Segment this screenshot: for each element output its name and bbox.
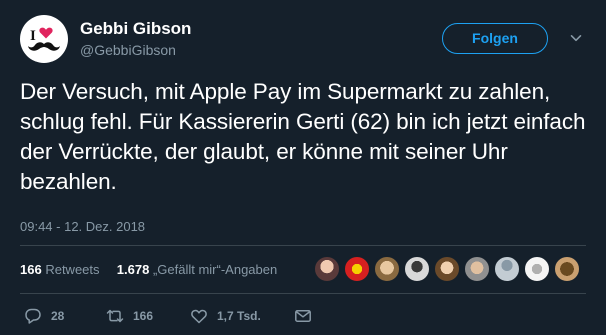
tweet-text: Der Versuch, mit Apple Pay im Supermarkt… — [20, 79, 586, 194]
liker-avatar[interactable] — [373, 255, 401, 283]
display-name[interactable]: Gebbi Gibson — [80, 19, 191, 39]
liker-avatar[interactable] — [343, 255, 371, 283]
likes-label[interactable]: „Gefällt mir“-Angaben — [153, 262, 277, 277]
user-names: Gebbi Gibson @GebbiGibson — [80, 19, 191, 60]
liker-avatar[interactable] — [553, 255, 581, 283]
like-count: 1,7 Tsd. — [217, 309, 261, 323]
retweets-label[interactable]: Retweets — [45, 262, 99, 277]
liker-avatar[interactable] — [403, 255, 431, 283]
liker-avatar[interactable] — [493, 255, 521, 283]
user-handle[interactable]: @GebbiGibson — [80, 40, 191, 60]
retweet-icon — [106, 309, 124, 323]
likes-count[interactable]: 1.678 — [117, 262, 150, 277]
mustache-icon — [28, 42, 60, 51]
liker-avatar[interactable] — [433, 255, 461, 283]
heart-outline-icon — [191, 309, 207, 324]
reply-count: 28 — [51, 309, 65, 323]
follow-button[interactable]: Folgen — [442, 23, 548, 54]
divider-bottom — [20, 293, 586, 294]
like-action[interactable]: 1,7 Tsd. — [190, 307, 261, 325]
retweet-action[interactable]: 166 — [106, 307, 153, 325]
heart-icon — [39, 27, 53, 39]
tweet-header: I Gebbi Gibson @GebbiGibson Folgen — [20, 14, 586, 66]
tweet-actions: 28 166 1,7 Tsd. — [24, 307, 584, 327]
reply-action[interactable]: 28 — [24, 307, 64, 325]
tweet-timestamp[interactable]: 09:44 - 12. Dez. 2018 — [20, 219, 145, 234]
retweets-count[interactable]: 166 — [20, 262, 42, 277]
chevron-down-icon[interactable] — [570, 32, 582, 44]
liker-avatar[interactable] — [313, 255, 341, 283]
liker-avatar[interactable] — [463, 255, 491, 283]
liker-avatar[interactable] — [523, 255, 551, 283]
share-action[interactable] — [294, 307, 312, 325]
engagement-stats: 166 Retweets 1.678 „Gefällt mir“-Angaben — [20, 262, 277, 277]
envelope-icon — [295, 310, 311, 322]
divider-top — [20, 245, 586, 246]
avatar[interactable]: I — [20, 15, 68, 63]
retweet-count: 166 — [133, 309, 154, 323]
reply-icon — [25, 308, 41, 324]
